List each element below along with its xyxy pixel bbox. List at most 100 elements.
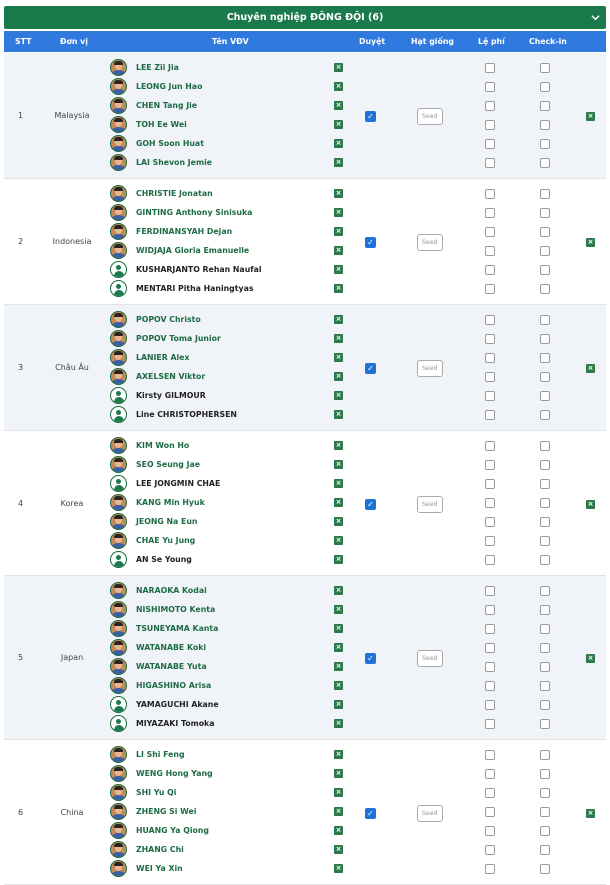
- fee-checkbox[interactable]: [485, 555, 495, 565]
- checkin-checkbox[interactable]: [540, 139, 550, 149]
- fee-checkbox[interactable]: [485, 391, 495, 401]
- remove-athlete-icon[interactable]: ×: [334, 391, 343, 400]
- athlete-name[interactable]: GINTING Anthony Sinisuka: [136, 204, 252, 221]
- remove-team-icon[interactable]: ×: [586, 112, 595, 121]
- fee-checkbox[interactable]: [485, 681, 495, 691]
- athlete-name[interactable]: CHRISTIE Jonatan: [136, 185, 213, 202]
- fee-checkbox[interactable]: [485, 845, 495, 855]
- checkin-checkbox[interactable]: [540, 517, 550, 527]
- athlete-name[interactable]: LI Shi Feng: [136, 746, 185, 763]
- checkin-checkbox[interactable]: [540, 845, 550, 855]
- checkin-checkbox[interactable]: [540, 719, 550, 729]
- fee-checkbox[interactable]: [485, 807, 495, 817]
- remove-athlete-icon[interactable]: ×: [334, 284, 343, 293]
- athlete-name[interactable]: NISHIMOTO Kenta: [136, 601, 215, 618]
- athlete-name[interactable]: HIGASHINO Arisa: [136, 677, 211, 694]
- checkin-checkbox[interactable]: [540, 643, 550, 653]
- checkin-checkbox[interactable]: [540, 208, 550, 218]
- checkin-checkbox[interactable]: [540, 372, 550, 382]
- fee-checkbox[interactable]: [485, 864, 495, 874]
- fee-checkbox[interactable]: [485, 63, 495, 73]
- fee-checkbox[interactable]: [485, 750, 495, 760]
- checkin-checkbox[interactable]: [540, 227, 550, 237]
- fee-checkbox[interactable]: [485, 441, 495, 451]
- checkin-checkbox[interactable]: [540, 460, 550, 470]
- athlete-name[interactable]: POPOV Christo: [136, 311, 201, 328]
- athlete-name[interactable]: YAMAGUCHI Akane: [136, 696, 219, 713]
- fee-checkbox[interactable]: [485, 719, 495, 729]
- athlete-name[interactable]: MENTARI Pitha Haningtyas: [136, 280, 253, 297]
- athlete-name[interactable]: LEONG Jun Hao: [136, 78, 202, 95]
- remove-athlete-icon[interactable]: ×: [334, 460, 343, 469]
- fee-checkbox[interactable]: [485, 284, 495, 294]
- remove-athlete-icon[interactable]: ×: [334, 498, 343, 507]
- remove-team-icon[interactable]: ×: [586, 364, 595, 373]
- remove-athlete-icon[interactable]: ×: [334, 353, 343, 362]
- remove-athlete-icon[interactable]: ×: [334, 769, 343, 778]
- remove-athlete-icon[interactable]: ×: [334, 265, 343, 274]
- remove-athlete-icon[interactable]: ×: [334, 372, 343, 381]
- remove-athlete-icon[interactable]: ×: [334, 605, 343, 614]
- remove-athlete-icon[interactable]: ×: [334, 227, 343, 236]
- remove-athlete-icon[interactable]: ×: [334, 479, 343, 488]
- athlete-name[interactable]: MIYAZAKI Tomoka: [136, 715, 215, 732]
- remove-athlete-icon[interactable]: ×: [334, 63, 343, 72]
- checkin-checkbox[interactable]: [540, 536, 550, 546]
- checkin-checkbox[interactable]: [540, 788, 550, 798]
- fee-checkbox[interactable]: [485, 227, 495, 237]
- remove-athlete-icon[interactable]: ×: [334, 555, 343, 564]
- fee-checkbox[interactable]: [485, 498, 495, 508]
- remove-athlete-icon[interactable]: ×: [334, 158, 343, 167]
- athlete-name[interactable]: AN Se Young: [136, 551, 192, 568]
- athlete-name[interactable]: POPOV Toma Junior: [136, 330, 221, 347]
- fee-checkbox[interactable]: [485, 624, 495, 634]
- checkin-checkbox[interactable]: [540, 662, 550, 672]
- approve-checkbox[interactable]: ✓: [365, 363, 376, 374]
- remove-athlete-icon[interactable]: ×: [334, 189, 343, 198]
- athlete-name[interactable]: Kirsty GILMOUR: [136, 387, 206, 404]
- fee-checkbox[interactable]: [485, 265, 495, 275]
- remove-athlete-icon[interactable]: ×: [334, 750, 343, 759]
- fee-checkbox[interactable]: [485, 372, 495, 382]
- remove-team-icon[interactable]: ×: [586, 238, 595, 247]
- checkin-checkbox[interactable]: [540, 353, 550, 363]
- checkin-checkbox[interactable]: [540, 120, 550, 130]
- remove-athlete-icon[interactable]: ×: [334, 826, 343, 835]
- athlete-name[interactable]: CHEN Tang Jie: [136, 97, 197, 114]
- remove-athlete-icon[interactable]: ×: [334, 246, 343, 255]
- athlete-name[interactable]: WENG Hong Yang: [136, 765, 213, 782]
- checkin-checkbox[interactable]: [540, 284, 550, 294]
- checkin-checkbox[interactable]: [540, 246, 550, 256]
- checkin-checkbox[interactable]: [540, 807, 550, 817]
- athlete-name[interactable]: ZHANG Chi: [136, 841, 184, 858]
- approve-checkbox[interactable]: ✓: [365, 111, 376, 122]
- athlete-name[interactable]: WATANABE Koki: [136, 639, 206, 656]
- fee-checkbox[interactable]: [485, 788, 495, 798]
- athlete-name[interactable]: TSUNEYAMA Kanta: [136, 620, 218, 637]
- checkin-checkbox[interactable]: [540, 479, 550, 489]
- remove-athlete-icon[interactable]: ×: [334, 624, 343, 633]
- remove-athlete-icon[interactable]: ×: [334, 120, 343, 129]
- checkin-checkbox[interactable]: [540, 410, 550, 420]
- fee-checkbox[interactable]: [485, 460, 495, 470]
- checkin-checkbox[interactable]: [540, 498, 550, 508]
- checkin-checkbox[interactable]: [540, 315, 550, 325]
- remove-athlete-icon[interactable]: ×: [334, 82, 343, 91]
- fee-checkbox[interactable]: [485, 208, 495, 218]
- athlete-name[interactable]: SHI Yu Qi: [136, 784, 176, 801]
- fee-checkbox[interactable]: [485, 826, 495, 836]
- remove-athlete-icon[interactable]: ×: [334, 139, 343, 148]
- checkin-checkbox[interactable]: [540, 334, 550, 344]
- approve-checkbox[interactable]: ✓: [365, 653, 376, 664]
- remove-athlete-icon[interactable]: ×: [334, 586, 343, 595]
- athlete-name[interactable]: JEONG Na Eun: [136, 513, 197, 530]
- fee-checkbox[interactable]: [485, 353, 495, 363]
- athlete-name[interactable]: WATANABE Yuta: [136, 658, 207, 675]
- checkin-checkbox[interactable]: [540, 158, 550, 168]
- remove-athlete-icon[interactable]: ×: [334, 315, 343, 324]
- checkin-checkbox[interactable]: [540, 82, 550, 92]
- checkin-checkbox[interactable]: [540, 265, 550, 275]
- remove-athlete-icon[interactable]: ×: [334, 807, 343, 816]
- checkin-checkbox[interactable]: [540, 101, 550, 111]
- approve-checkbox[interactable]: ✓: [365, 237, 376, 248]
